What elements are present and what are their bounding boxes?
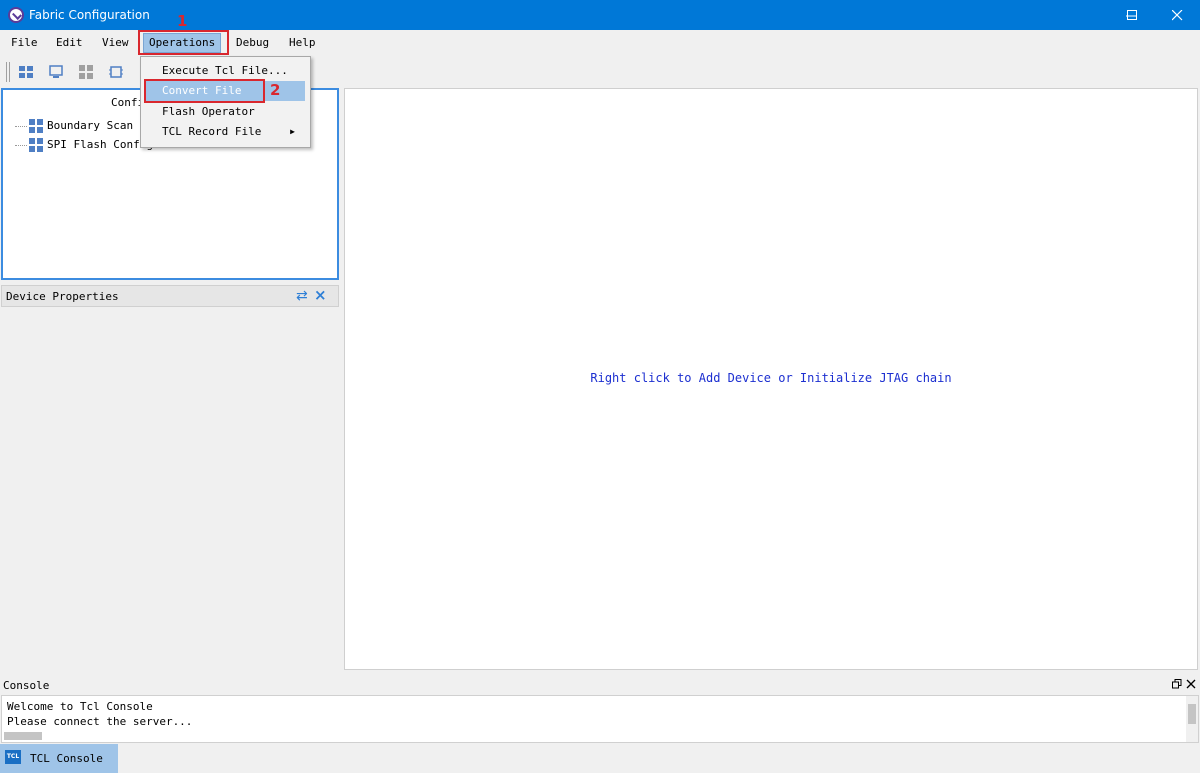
scrollbar-thumb[interactable] (1188, 704, 1196, 724)
menu-edit[interactable]: Edit (51, 34, 88, 52)
submenu-arrow-icon: ▶ (290, 127, 295, 136)
app-logo-icon (8, 7, 24, 23)
tree-connector (15, 145, 27, 146)
menu-item-tcl-record-file-label: TCL Record File (162, 125, 262, 138)
device-properties-bar: Device Properties ⇄ × (1, 285, 339, 307)
boundary-scan-icon (29, 119, 43, 133)
tab-tcl-console-label: TCL Console (30, 752, 103, 765)
console-line: Welcome to Tcl Console (7, 700, 153, 713)
device-properties-label: Device Properties (6, 290, 119, 303)
annotation-step-2: 2 (270, 81, 281, 99)
close-icon (1171, 9, 1182, 20)
toolbar-grip[interactable] (6, 62, 10, 82)
chip-icon[interactable] (108, 64, 124, 80)
chain-icon[interactable] (18, 64, 34, 80)
console-bar: Console (0, 676, 1200, 694)
menu-item-tcl-record-file[interactable]: TCL Record File ▶ (145, 122, 305, 142)
window-title: Fabric Configuration (29, 8, 150, 22)
menu-view[interactable]: View (97, 34, 134, 52)
close-window-button[interactable] (1154, 0, 1200, 30)
jtag-canvas[interactable]: Right click to Add Device or Initialize … (344, 88, 1198, 670)
annotation-box-1 (138, 30, 229, 55)
console-line: Please connect the server... (7, 715, 193, 728)
tab-tcl-console[interactable]: TCL TCL Console (0, 744, 118, 773)
annotation-box-2 (144, 79, 265, 103)
vertical-scrollbar[interactable] (1186, 696, 1198, 742)
horizontal-scrollbar[interactable] (4, 732, 42, 740)
spi-flash-icon (29, 138, 43, 152)
menu-file[interactable]: File (6, 34, 43, 52)
close-panel-icon[interactable]: × (314, 288, 328, 303)
status-bar: TCL TCL Console (0, 744, 1200, 773)
refresh-icon[interactable]: ⇄ (296, 289, 310, 303)
maximize-button[interactable] (1109, 0, 1155, 30)
tree-connector (15, 126, 27, 127)
float-window-icon[interactable] (1172, 679, 1182, 689)
console-label: Console (3, 679, 50, 692)
menu-debug[interactable]: Debug (231, 34, 274, 52)
close-console-icon[interactable] (1186, 679, 1196, 689)
grid-icon[interactable] (78, 64, 94, 80)
canvas-hint: Right click to Add Device or Initialize … (590, 371, 952, 385)
annotation-step-1: 1 (177, 12, 188, 30)
maximize-icon (1126, 9, 1137, 20)
console-output[interactable]: Welcome to Tcl Console Please connect th… (1, 695, 1199, 743)
menu-item-execute-tcl-file[interactable]: Execute Tcl File... (145, 61, 305, 81)
tree-item-boundary-scan[interactable]: Boundary Scan (47, 118, 133, 134)
menu-help[interactable]: Help (284, 34, 321, 52)
tcl-console-icon: TCL (5, 750, 21, 764)
monitor-icon[interactable] (48, 64, 64, 80)
menu-item-flash-operator[interactable]: Flash Operator (145, 102, 305, 122)
